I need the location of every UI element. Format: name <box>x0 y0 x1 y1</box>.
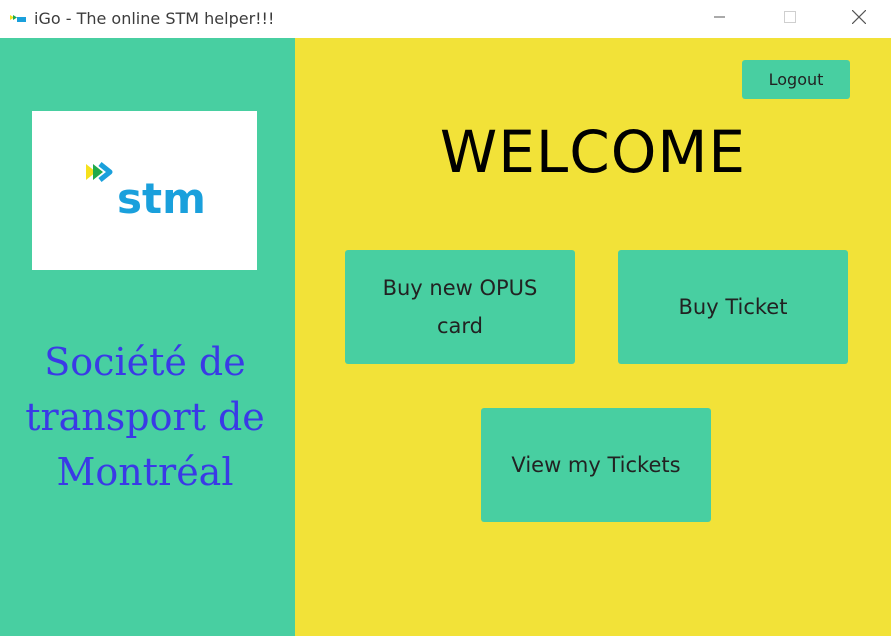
sidebar: stm Société de transport de Montréal <box>0 38 295 636</box>
stm-logo-icon: stm <box>86 162 206 221</box>
stm-logo-text: stm <box>117 174 206 221</box>
org-name-line-3: Montréal <box>56 450 234 494</box>
maximize-icon <box>784 11 796 23</box>
logout-button[interactable]: Logout <box>742 60 850 99</box>
org-name-line-2: transport de <box>25 395 265 439</box>
buy-opus-card-button[interactable]: Buy new OPUS card <box>345 250 575 364</box>
stm-logo: stm <box>32 111 257 270</box>
view-tickets-button[interactable]: View my Tickets <box>481 408 711 522</box>
welcome-heading: WELCOME <box>439 118 747 186</box>
close-icon <box>852 10 866 24</box>
title-bar: iGo - The online STM helper!!! <box>0 0 891 38</box>
minimize-button[interactable] <box>697 0 743 34</box>
maximize-button[interactable] <box>767 0 813 34</box>
minimize-icon <box>714 16 725 18</box>
window-title: iGo - The online STM helper!!! <box>34 9 275 28</box>
org-name-line-1: Société de <box>44 340 246 384</box>
organization-name: Société de transport de Montréal <box>0 335 290 500</box>
buy-ticket-button[interactable]: Buy Ticket <box>618 250 848 364</box>
close-button[interactable] <box>836 0 882 34</box>
app-icon <box>10 15 26 22</box>
main-panel: Logout WELCOME Buy new OPUS card Buy Tic… <box>295 38 891 636</box>
